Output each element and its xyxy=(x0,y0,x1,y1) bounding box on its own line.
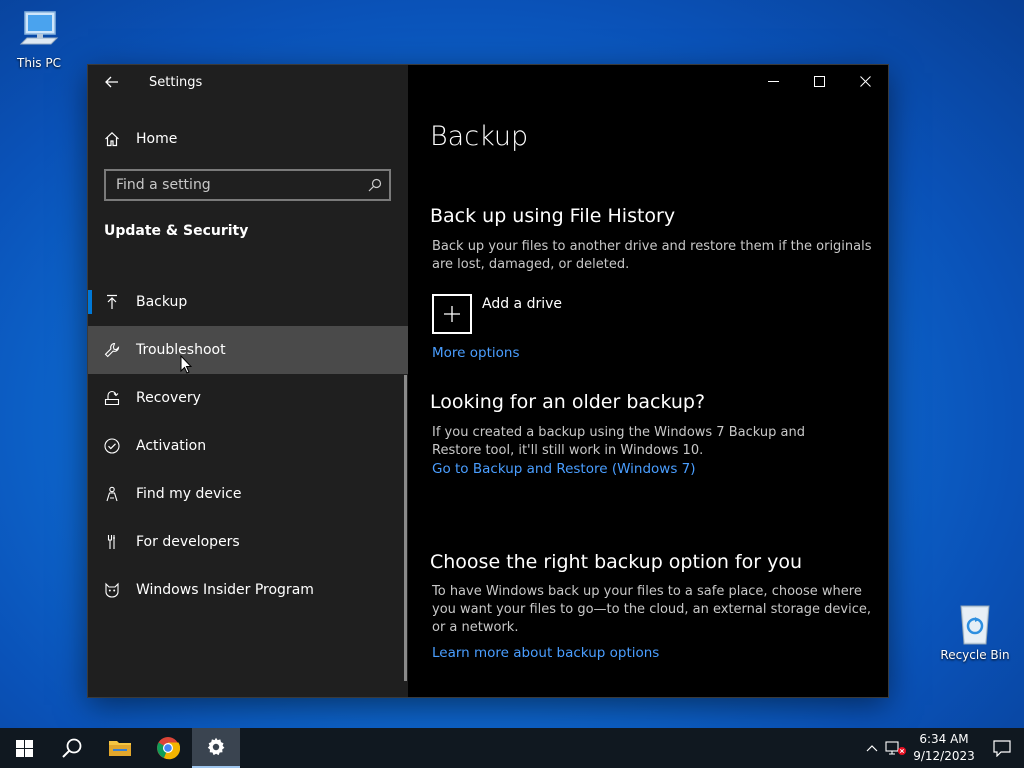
file-history-heading: Back up using File History xyxy=(430,205,676,227)
back-button[interactable] xyxy=(88,65,136,99)
sidebar-item-label: Find my device xyxy=(136,486,242,502)
recovery-icon xyxy=(88,390,136,406)
app-title: Settings xyxy=(149,74,203,90)
start-button[interactable] xyxy=(0,728,48,768)
plus-icon xyxy=(432,294,472,334)
windows-logo-icon xyxy=(15,739,33,757)
mouse-cursor-icon xyxy=(180,354,193,378)
close-icon xyxy=(859,75,871,87)
sidebar-nav-list: Backup Troubleshoot Recovery Activation xyxy=(88,278,408,614)
check-circle-icon xyxy=(88,438,136,454)
system-tray: 6:34 AM 9/12/2023 xyxy=(860,728,1024,768)
this-pc-label: This PC xyxy=(17,56,61,70)
search-box[interactable] xyxy=(104,169,391,201)
sidebar-item-activation[interactable]: Activation xyxy=(88,422,408,470)
right-backup-heading: Choose the right backup option for you xyxy=(430,551,802,573)
developer-tools-icon xyxy=(88,534,136,550)
right-backup-description: To have Windows back up your files to a … xyxy=(432,584,871,635)
title-bar: Settings xyxy=(88,65,408,99)
page-title: Backup xyxy=(430,121,529,152)
computer-icon xyxy=(15,8,63,54)
close-button[interactable] xyxy=(842,65,888,97)
sidebar-item-label: Windows Insider Program xyxy=(136,582,314,598)
settings-window: Settings Home Update & Security Backup xyxy=(88,65,888,697)
home-nav-item[interactable]: Home xyxy=(88,121,408,157)
main-content: Backup Back up using File History Back u… xyxy=(408,65,888,697)
home-label: Home xyxy=(136,131,178,147)
sidebar-item-backup[interactable]: Backup xyxy=(88,278,408,326)
sidebar-item-label: Backup xyxy=(136,294,188,310)
taskbar: 6:34 AM 9/12/2023 xyxy=(0,728,1024,768)
recycle-bin-icon xyxy=(951,600,999,646)
search-icon[interactable] xyxy=(361,178,389,192)
this-pc-desktop-icon[interactable]: This PC xyxy=(4,8,74,70)
notification-center-button[interactable] xyxy=(980,728,1024,768)
sidebar-item-find-my-device[interactable]: Find my device xyxy=(88,470,408,518)
sidebar-item-label: Recovery xyxy=(136,390,201,406)
chevron-up-icon[interactable] xyxy=(860,728,884,768)
sidebar-item-for-developers[interactable]: For developers xyxy=(88,518,408,566)
window-controls xyxy=(750,65,888,97)
chrome-icon xyxy=(157,737,180,760)
sidebar-item-label: Activation xyxy=(136,438,207,454)
minimize-button[interactable] xyxy=(750,65,796,97)
sidebar-scrollbar[interactable] xyxy=(404,375,407,681)
clock[interactable]: 6:34 AM 9/12/2023 xyxy=(908,731,980,765)
search-icon xyxy=(62,738,82,758)
maximize-icon xyxy=(813,75,825,87)
home-icon xyxy=(88,131,136,147)
sidebar-item-windows-insider-program[interactable]: Windows Insider Program xyxy=(88,566,408,614)
add-drive-label: Add a drive xyxy=(482,296,563,312)
search-taskbar-button[interactable] xyxy=(48,728,96,768)
clock-time: 6:34 AM xyxy=(919,732,969,746)
settings-sidebar: Settings Home Update & Security Backup xyxy=(88,65,408,697)
more-options-link[interactable]: More options xyxy=(432,345,519,361)
backup-arrow-icon xyxy=(88,294,136,310)
chrome-button[interactable] xyxy=(144,728,192,768)
folder-icon xyxy=(109,741,131,756)
wrench-icon xyxy=(88,342,136,358)
older-backup-heading: Looking for an older backup? xyxy=(430,391,706,413)
person-location-icon xyxy=(88,486,136,502)
backup-restore-win7-link[interactable]: Go to Backup and Restore (Windows 7) xyxy=(432,461,696,477)
settings-taskbar-button[interactable] xyxy=(192,728,240,768)
maximize-button[interactable] xyxy=(796,65,842,97)
sidebar-item-label: For developers xyxy=(136,534,240,550)
network-disconnected-icon[interactable] xyxy=(884,728,908,768)
search-input[interactable] xyxy=(106,171,361,199)
recycle-bin-label: Recycle Bin xyxy=(940,648,1010,662)
file-explorer-button[interactable] xyxy=(96,728,144,768)
section-title: Update & Security xyxy=(104,223,249,239)
sidebar-item-recovery[interactable]: Recovery xyxy=(88,374,408,422)
insider-cat-icon xyxy=(88,582,136,598)
add-drive-button[interactable]: Add a drive xyxy=(432,294,562,334)
clock-date: 9/12/2023 xyxy=(913,749,975,763)
minimize-icon xyxy=(767,80,779,82)
older-backup-description: If you created a backup using the Window… xyxy=(432,425,805,458)
back-arrow-icon xyxy=(105,76,118,88)
sidebar-item-troubleshoot[interactable]: Troubleshoot xyxy=(88,326,408,374)
notification-icon xyxy=(993,739,1011,757)
file-history-description: Back up your files to another drive and … xyxy=(432,239,872,272)
learn-more-backup-link[interactable]: Learn more about backup options xyxy=(432,645,659,661)
recycle-bin-desktop-icon[interactable]: Recycle Bin xyxy=(940,600,1010,662)
selection-indicator xyxy=(88,290,92,314)
gear-icon xyxy=(207,737,225,756)
